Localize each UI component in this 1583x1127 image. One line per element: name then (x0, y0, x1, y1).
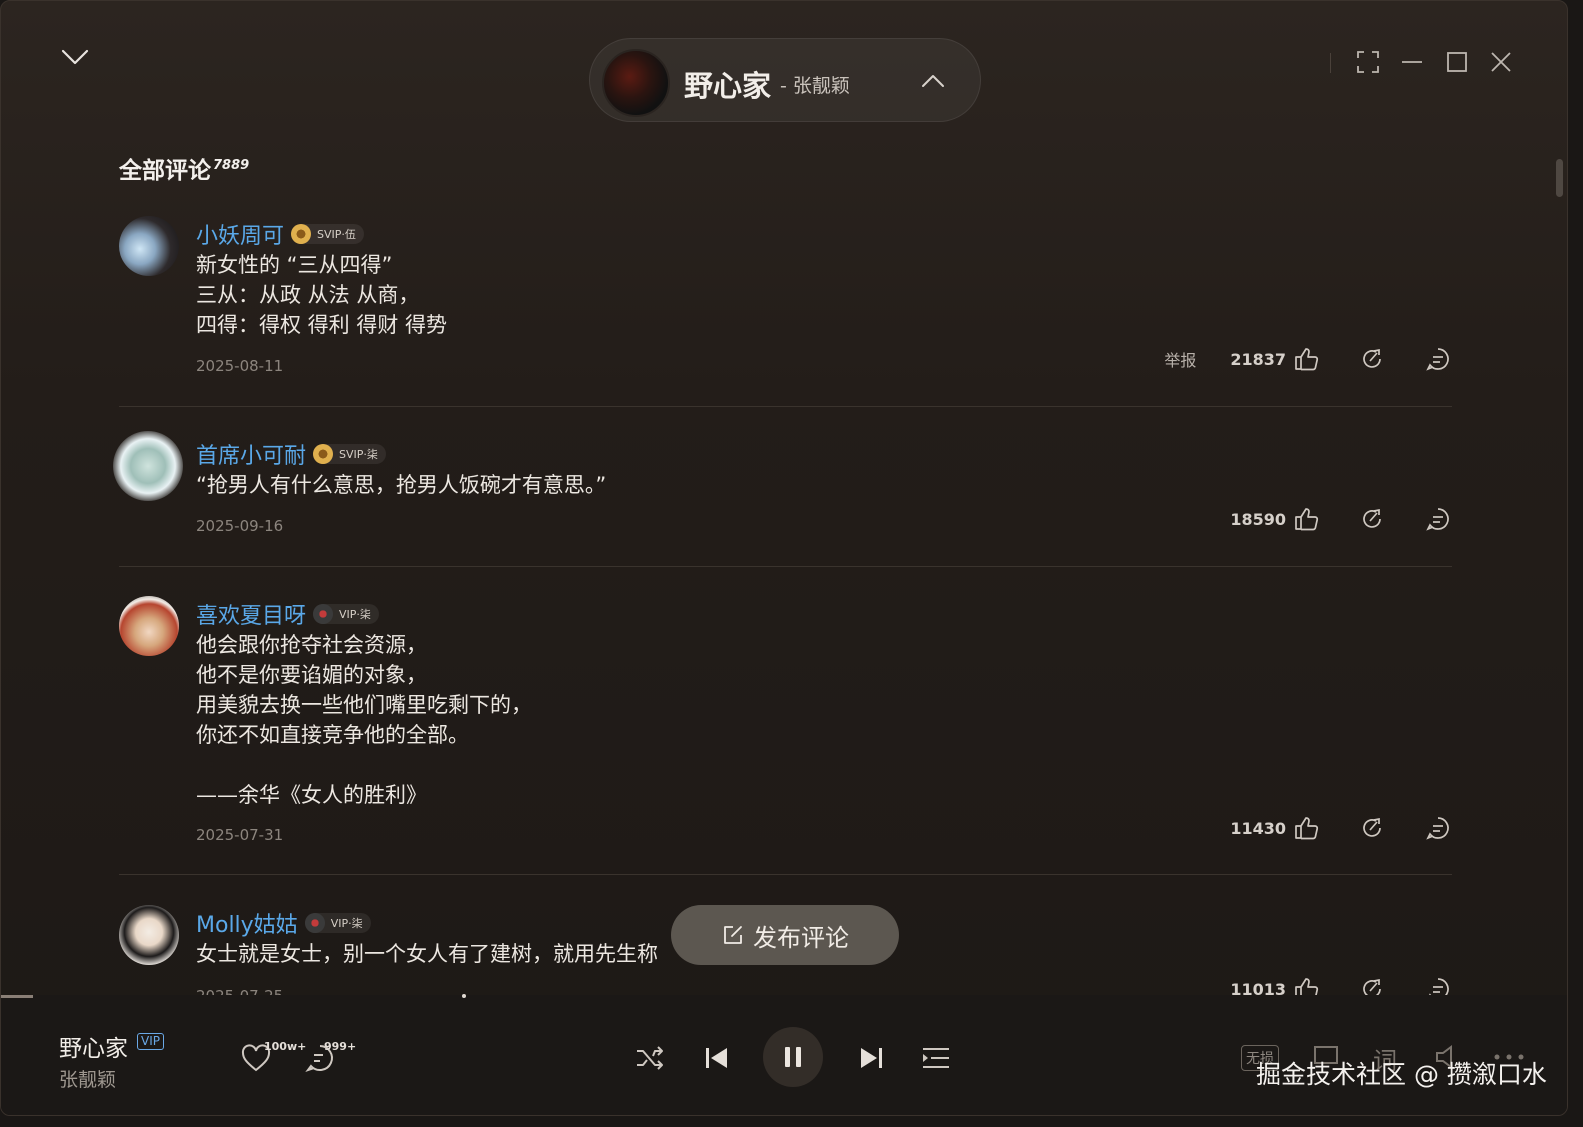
shuffle-icon[interactable] (633, 1041, 667, 1075)
now-playing-pill[interactable]: 野心家 - 张靓颖 (589, 38, 981, 122)
vip-badge: SVIP·柒 (313, 444, 386, 464)
comment-item: 喜欢夏目呀 VIP·柒 他会跟你抢夺社会资源， 他不是你要谄媚的对象， 用美貌去… (119, 596, 1452, 856)
like-count: 11013 (1230, 979, 1286, 996)
share-icon[interactable] (1358, 505, 1386, 533)
album-cover (602, 49, 670, 117)
comment-item: 小妖周可 SVIP·伍 新女性的 “三从四得” 三从：从政 从法 从商， 四得：… (119, 216, 1452, 386)
reply-icon[interactable] (1424, 505, 1452, 533)
badge-label: VIP·柒 (330, 917, 363, 930)
close-icon[interactable] (1488, 49, 1514, 75)
share-icon[interactable] (1358, 975, 1386, 995)
thumbs-up-icon[interactable] (1292, 814, 1320, 842)
comment-date: 2025-07-31 (196, 826, 284, 844)
share-icon[interactable] (1358, 345, 1386, 373)
comment-date: 2025-09-16 (196, 517, 284, 535)
thumbs-up-icon[interactable] (1292, 505, 1320, 533)
maximize-icon[interactable] (1444, 49, 1470, 75)
comment-text: 女士就是女士，别一个女人有了建树，就用先生称 (196, 942, 658, 966)
comments-count: 7889 (213, 158, 250, 174)
next-icon[interactable] (855, 1042, 887, 1074)
player-song-artist[interactable]: 张靓颖 (59, 1065, 116, 1092)
publish-comment-button[interactable]: 发布评论 (671, 905, 899, 965)
thumbs-up-icon[interactable] (1292, 345, 1320, 373)
comment-date: 2025-07-25 (196, 987, 283, 995)
reply-icon[interactable] (1424, 814, 1452, 842)
like-count: 11430 (1230, 818, 1286, 838)
username[interactable]: 首席小可耐 (196, 438, 306, 470)
badge-label: VIP·柒 (339, 608, 371, 621)
avatar[interactable] (119, 596, 179, 656)
avatar[interactable] (119, 216, 179, 276)
username[interactable]: Molly姑姑 (196, 907, 298, 939)
comment-divider (119, 566, 1452, 567)
avatar[interactable] (113, 431, 183, 501)
like-count: 21837 (1230, 349, 1286, 369)
comment-divider (119, 874, 1452, 875)
username-row: 小妖周可 SVIP·伍 (196, 218, 364, 250)
badge-label: SVIP·柒 (339, 448, 378, 461)
share-icon[interactable] (1358, 814, 1386, 842)
comment-actions: 举报 21837 (1164, 345, 1452, 373)
vip-tag: VIP (137, 1033, 164, 1050)
previous-icon[interactable] (701, 1042, 733, 1074)
comment-text: 新女性的 “三从四得” 三从：从政 从法 从商， 四得：得权 得利 得财 得势 (196, 253, 448, 337)
like-count: 100w+ (264, 1040, 307, 1053)
pause-button[interactable] (763, 1027, 823, 1087)
chevron-up-icon[interactable] (920, 69, 946, 93)
scrollbar-track[interactable] (1555, 151, 1563, 991)
chevron-down-icon[interactable] (59, 43, 91, 71)
pill-song-title: 野心家 (684, 69, 772, 103)
publish-comment-label: 发布评论 (753, 923, 849, 952)
svip-coin-icon (313, 444, 334, 464)
comment-actions: 18590 (1230, 505, 1452, 533)
username[interactable]: 小妖周可 (196, 218, 284, 250)
pause-icon (785, 1047, 801, 1067)
comment-actions: 11430 (1230, 814, 1452, 842)
comment-count: 999+ (324, 1040, 357, 1053)
comment-divider (119, 406, 1452, 407)
reply-icon[interactable] (1424, 345, 1452, 373)
window-controls-separator (1330, 53, 1331, 73)
comment-actions: 11013 (1230, 975, 1452, 995)
badge-label: SVIP·伍 (317, 228, 356, 241)
vip-vinyl-icon (313, 604, 334, 624)
vip-badge: VIP·柒 (304, 913, 371, 933)
comment-text: “抢男人有什么意思，抢男人饭碗才有意思。” (196, 473, 607, 497)
comments-title: 全部评论 (119, 158, 211, 184)
thumbs-up-icon[interactable] (1292, 975, 1320, 995)
player-window: 野心家 - 张靓颖 全部评论 7889 小妖周可 SVIP·伍 新女性的 “三从四… (0, 0, 1568, 1116)
avatar[interactable] (119, 905, 179, 965)
comment-text: 他会跟你抢夺社会资源， 他不是你要谄媚的对象， 用美貌去换一些他们嘴里吃剩下的，… (196, 633, 532, 807)
svip-coin-icon (291, 224, 312, 244)
vip-vinyl-icon (304, 913, 325, 933)
comment-date: 2025-08-11 (196, 357, 284, 375)
fullscreen-icon[interactable] (1355, 49, 1381, 75)
vip-badge: VIP·柒 (313, 604, 379, 624)
progress-bar-fill[interactable] (1, 995, 33, 998)
comment-item: 首席小可耐 SVIP·柒 “抢男人有什么意思，抢男人饭碗才有意思。” 2025-… (113, 431, 1452, 546)
edit-icon (724, 926, 742, 944)
player-song-title[interactable]: 野心家 (59, 1029, 128, 1063)
username[interactable]: 喜欢夏目呀 (196, 598, 306, 630)
username-row: Molly姑姑 VIP·柒 (196, 907, 371, 939)
minimize-icon[interactable] (1399, 49, 1425, 75)
username-row: 喜欢夏目呀 VIP·柒 (196, 598, 379, 630)
progress-handle[interactable] (462, 994, 466, 998)
playlist-icon[interactable] (919, 1041, 953, 1075)
vip-badge: SVIP·伍 (291, 224, 364, 244)
comments-header: 全部评论 7889 (119, 151, 249, 185)
reply-icon[interactable] (1424, 975, 1452, 995)
scrollbar-thumb[interactable] (1556, 159, 1563, 197)
username-row: 首席小可耐 SVIP·柒 (196, 438, 386, 470)
report-link[interactable]: 举报 (1164, 347, 1196, 371)
watermark: 掘金技术社区 @ 攒溆口水 (1256, 1060, 1547, 1089)
pill-song-artist: - 张靓颖 (780, 75, 850, 97)
like-count: 18590 (1230, 509, 1286, 529)
